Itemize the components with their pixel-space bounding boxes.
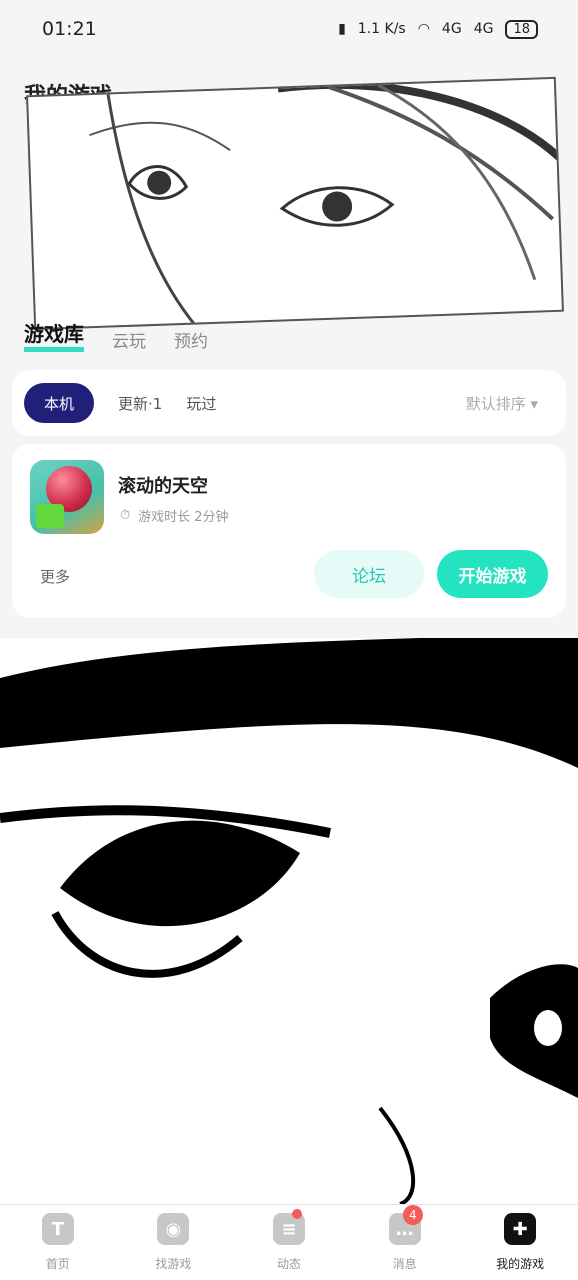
forum-button[interactable]: 论坛 xyxy=(314,550,424,598)
wifi-icon: ◠ xyxy=(417,21,430,37)
tab-reservation[interactable]: 预约 xyxy=(174,327,208,352)
timer-icon: ⏱ xyxy=(120,508,131,523)
clock: 01:21 xyxy=(42,18,97,40)
game-icon[interactable] xyxy=(30,460,104,534)
filter-local[interactable]: 本机 xyxy=(24,383,94,423)
planet-icon: ◉ xyxy=(157,1213,190,1245)
vibrate-icon: ▮ xyxy=(338,21,346,37)
manga-overlay-image xyxy=(0,638,578,1204)
more-button[interactable]: 更多 xyxy=(40,566,70,587)
block-graphic xyxy=(36,504,64,528)
battery-indicator: 18 xyxy=(505,19,538,39)
nav-my-games[interactable]: ✚ 我的游戏 xyxy=(462,1205,578,1280)
play-time-text: 游戏时长 2分钟 xyxy=(138,510,229,525)
filter-updates[interactable]: 更新·1 xyxy=(118,393,162,414)
nav-label-messages: 消息 xyxy=(392,1257,417,1271)
signal-1: 4G xyxy=(441,21,462,37)
gamepad-icon: ✚ xyxy=(504,1213,537,1245)
game-card: 滚动的天空 ⏱ 游戏时长 2分钟 更多 论坛 开始游戏 xyxy=(12,444,566,618)
nav-messages[interactable]: … 4 消息 xyxy=(347,1205,463,1280)
tab-cloud-play[interactable]: 云玩 xyxy=(112,327,146,352)
message-badge: 4 xyxy=(402,1205,423,1225)
filter-played[interactable]: 玩过 xyxy=(186,393,216,414)
nav-label-home: 首页 xyxy=(45,1257,70,1271)
nav-find-games[interactable]: ◉ 找游戏 xyxy=(116,1205,232,1280)
net-speed: 1.1 K/s xyxy=(357,21,406,37)
nav-label-my-games: 我的游戏 xyxy=(496,1257,545,1271)
hero-sketch-image xyxy=(26,76,564,331)
tab-game-library[interactable]: 游戏库 xyxy=(24,318,84,352)
nav-label-find-games: 找游戏 xyxy=(155,1257,192,1271)
play-time: ⏱ 游戏时长 2分钟 xyxy=(120,506,229,525)
start-game-button[interactable]: 开始游戏 xyxy=(437,550,548,598)
nav-activity[interactable]: ≡ 动态 xyxy=(231,1205,347,1280)
nav-home[interactable]: T 首页 xyxy=(0,1205,116,1280)
status-icons: ▮ 1.1 K/s ◠ 4G 4G 18 xyxy=(338,19,538,39)
filter-card: 本机 更新·1 玩过 默认排序 ▾ xyxy=(12,370,566,436)
sort-dropdown[interactable]: 默认排序 ▾ xyxy=(466,393,538,414)
top-tabs: 游戏库 云玩 预约 xyxy=(24,318,208,352)
game-name[interactable]: 滚动的天空 xyxy=(118,472,208,498)
nav-label-activity: 动态 xyxy=(276,1257,301,1271)
signal-2: 4G xyxy=(473,21,494,37)
home-icon: T xyxy=(41,1213,74,1245)
bottom-navigation: T 首页 ◉ 找游戏 ≡ 动态 … 4 消息 ✚ 我的游戏 xyxy=(0,1204,578,1280)
status-bar: 01:21 ▮ 1.1 K/s ◠ 4G 4G 18 xyxy=(0,0,578,58)
